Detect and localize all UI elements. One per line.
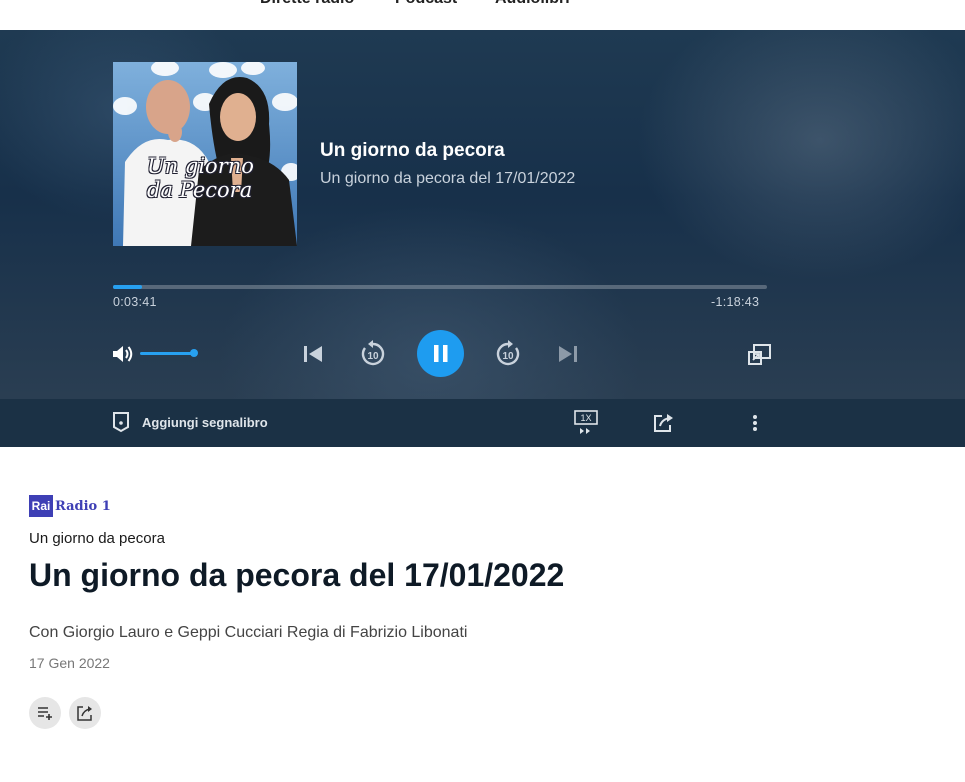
audio-player: Un giorno da Pecora Un giorno da pecora … [0,30,965,399]
program-name[interactable]: Un giorno da pecora [29,530,165,547]
progress-bar[interactable] [113,285,767,289]
episode-title: Un giorno da pecora del 17/01/2022 [320,170,576,187]
speed-icon[interactable]: 1X [574,410,598,436]
remaining-time: -1:18:43 [711,295,760,309]
forward-10-icon[interactable]: 10 [494,340,522,368]
speed-label: 1X [580,413,591,423]
pause-button[interactable] [417,330,464,377]
bookmark-button-label[interactable]: Aggiungi segnalibro [142,415,268,430]
bookmark-icon[interactable] [112,411,130,433]
episode-description: Con Giorgio Lauro e Geppi Cucciari Regia… [29,624,468,641]
channel-name[interactable]: Radio 1 [55,499,111,514]
top-nav: Dirette radio Podcast Audiolibri [0,0,965,30]
volume-icon[interactable] [112,344,134,364]
player-action-bar: Aggiungi segnalibro 1X [0,399,965,447]
share-icon [77,706,92,721]
volume-knob[interactable] [190,349,198,357]
pause-icon [434,345,448,362]
skip-next-icon[interactable] [558,345,578,363]
picture-in-picture-icon[interactable] [748,344,772,366]
episode-date: 17 Gen 2022 [29,655,110,671]
nav-item-podcast[interactable]: Podcast [395,0,457,8]
progress-fill [113,285,143,289]
volume-slider[interactable] [140,352,194,355]
cover-title-line1: Un giorno [147,154,254,178]
nav-item-audiolibri[interactable]: Audiolibri [495,0,570,8]
share-button[interactable] [69,697,101,729]
rai-logo[interactable]: Rai [29,495,53,517]
cover-title: Un giorno da Pecora [147,154,254,202]
page-title: Un giorno da pecora del 17/01/2022 [29,557,565,593]
rewind-10-icon[interactable]: 10 [359,340,387,368]
more-vertical-icon[interactable] [751,414,759,432]
cover-title-line2: da Pecora [147,178,253,202]
playlist-add-icon [38,707,52,720]
skip-previous-icon[interactable] [303,345,323,363]
svg-text:10: 10 [367,351,379,362]
share-icon[interactable] [653,413,675,433]
show-title[interactable]: Un giorno da pecora [320,140,505,162]
elapsed-time: 0:03:41 [113,295,157,309]
nav-item-dirette-radio[interactable]: Dirette radio [260,0,354,8]
cover-art: Un giorno da Pecora [113,62,297,246]
add-to-playlist-button[interactable] [29,697,61,729]
svg-text:10: 10 [502,351,514,362]
